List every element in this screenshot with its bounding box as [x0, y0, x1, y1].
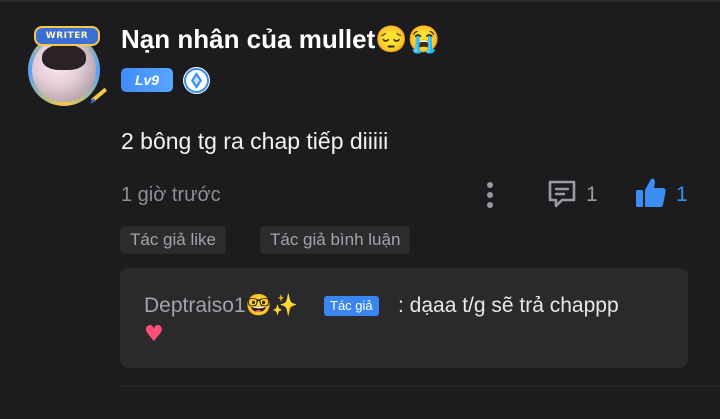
comment-time: 1 giờ trước	[121, 184, 221, 206]
bottom-divider	[120, 386, 720, 387]
more-options-icon[interactable]	[480, 180, 500, 210]
avatar-hair	[42, 44, 86, 70]
reply-count: 1	[586, 183, 598, 206]
username[interactable]: Nạn nhân của mullet😔😭	[121, 24, 440, 55]
avatar[interactable]: WRITER	[24, 26, 108, 110]
avatar-image	[32, 38, 96, 102]
reply-text: : dạaa t/g sẽ trả chappp	[398, 294, 619, 317]
reply-box[interactable]: Deptraiso1🤓✨ Tác giả : dạaa t/g sẽ trả c…	[120, 268, 688, 368]
reply-author[interactable]: Deptraiso1🤓✨	[144, 294, 298, 318]
tag-author-comment: Tác giả bình luận	[260, 226, 411, 254]
level-badge: Lv9	[121, 68, 173, 92]
tag-author-like: Tác giả like	[120, 226, 226, 254]
reply-icon[interactable]	[546, 178, 578, 210]
comment-text: 2 bông tg ra chap tiếp diiiii	[121, 128, 389, 154]
thumbs-up-icon[interactable]	[634, 176, 668, 210]
writer-pen-icon	[90, 88, 107, 104]
heart-icon: ♥	[144, 322, 164, 347]
like-count: 1	[676, 183, 688, 206]
author-badge: Tác giả	[324, 296, 379, 316]
diamond-icon	[183, 67, 210, 94]
writer-badge: WRITER	[34, 26, 100, 46]
top-divider	[0, 0, 720, 2]
